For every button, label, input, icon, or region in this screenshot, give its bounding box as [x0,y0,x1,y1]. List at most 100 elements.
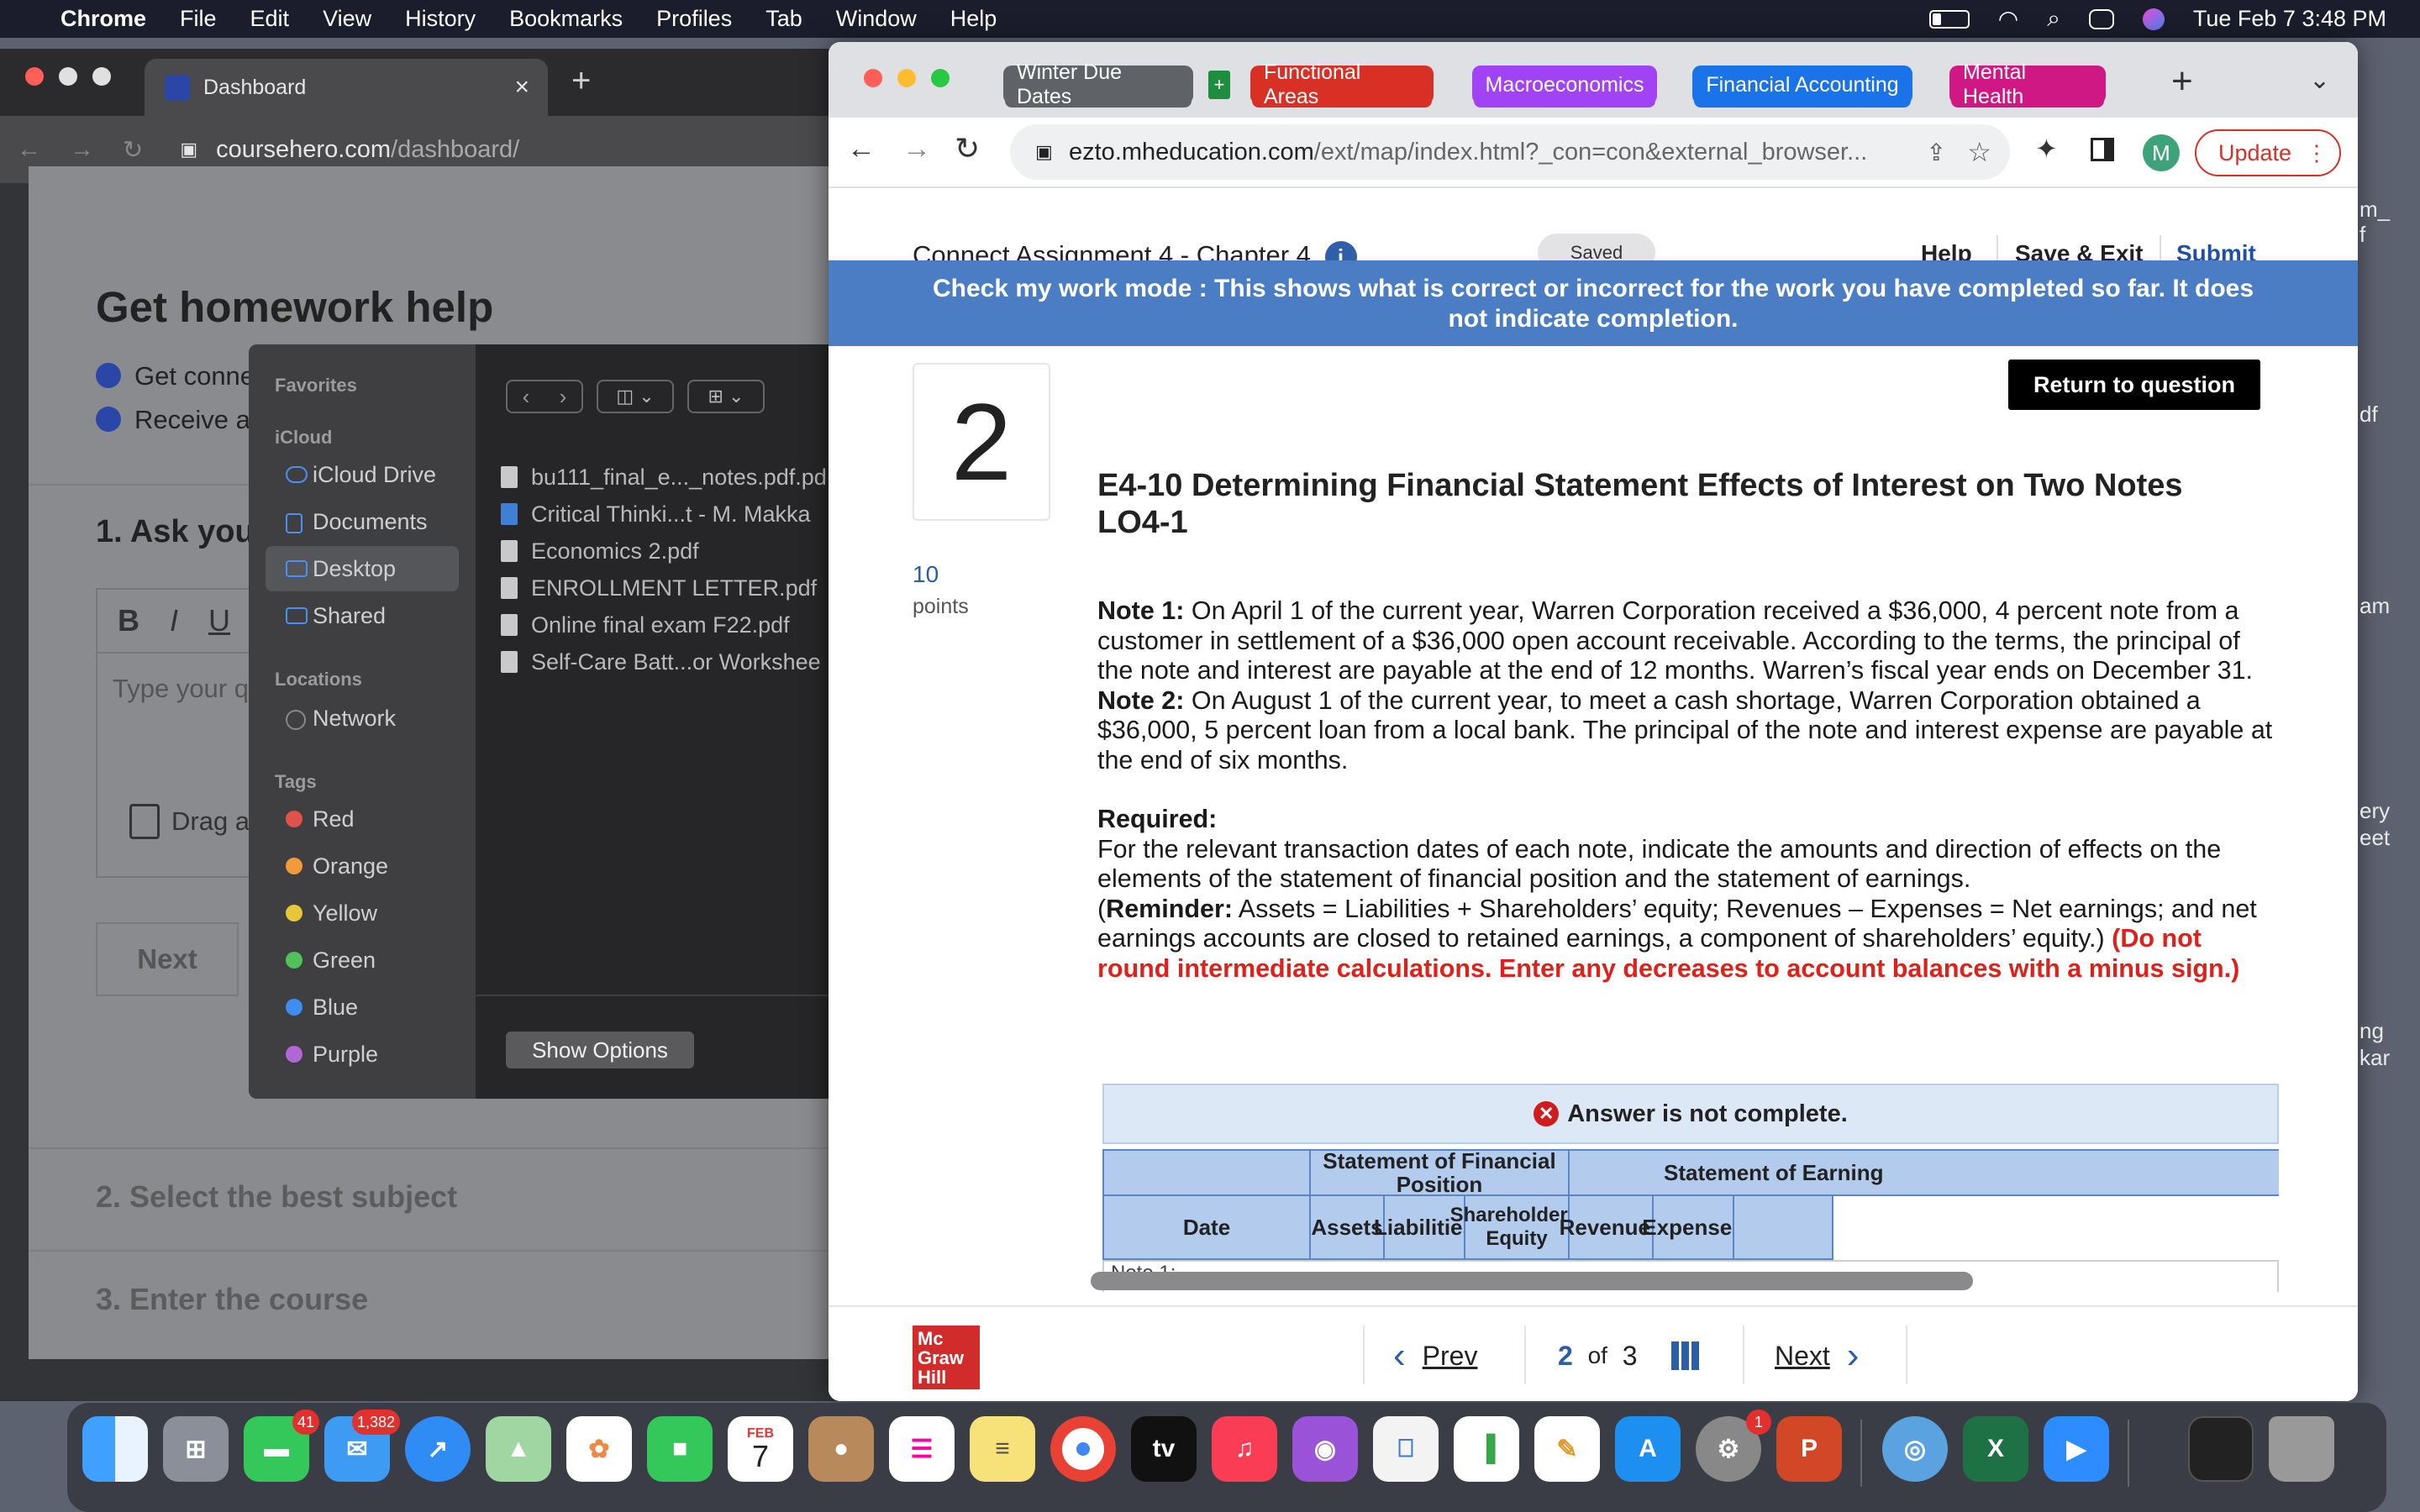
file-item[interactable]: bu111_final_e..._notes.pdf.pd [501,460,827,494]
control-center-icon[interactable] [2088,8,2114,29]
tab-dashboard[interactable]: Dashboard × [145,59,548,116]
sheets-tab-icon[interactable]: + [1208,71,1230,99]
siri-icon[interactable] [2142,8,2165,30]
menu-help[interactable]: Help [950,6,997,32]
next-button[interactable]: Next [96,922,239,996]
tag-orange[interactable]: Orange [266,843,459,889]
mail-icon[interactable]: ✉ 1,382 [324,1410,400,1482]
share-icon[interactable]: ⇪ [1927,139,1946,166]
menu-tab[interactable]: Tab [765,6,802,32]
safari-icon[interactable]: ↗ [405,1416,471,1482]
update-button[interactable]: Update ⋮ [2195,129,2341,176]
underline-button[interactable]: U [208,603,230,638]
menu-window[interactable]: Window [836,6,917,32]
minimize-window-icon[interactable] [897,69,916,87]
keynote-icon[interactable]: ⎕ [1373,1416,1439,1482]
menu-edit[interactable]: Edit [250,6,290,32]
menu-history[interactable]: History [405,6,476,32]
battery-icon[interactable] [1928,9,1970,29]
search-icon[interactable]: ⌕ [2047,5,2060,33]
numbers-icon[interactable]: ▐ [1454,1416,1519,1482]
close-window-icon[interactable] [864,69,882,87]
close-window-icon[interactable] [25,67,44,86]
tab-group-macroeconomics[interactable]: Macroeconomics [1472,66,1657,104]
table-horizontal-scrollbar[interactable] [1091,1272,1973,1290]
page-indicator[interactable]: 2 of 3 [1558,1332,1700,1379]
side-panel-icon[interactable] [2091,138,2114,161]
excel-icon[interactable]: X [1963,1416,2028,1482]
zoom-icon[interactable]: ▶ [2044,1416,2109,1482]
bookmark-star-icon[interactable]: ☆ [1967,136,1991,168]
grid-view-icon[interactable] [1670,1341,1700,1370]
wifi-icon[interactable]: ◠ [1998,5,2018,33]
photos-icon[interactable]: ✿ [566,1416,632,1482]
tab-close-icon[interactable]: × [514,73,529,102]
reload-icon[interactable]: ↻ [955,131,980,166]
menu-bookmarks[interactable]: Bookmarks [509,6,623,32]
tag-green[interactable]: Green [266,937,459,983]
prev-button[interactable]: ‹ Prev [1393,1332,1477,1379]
view-mode-button[interactable]: ◫ ⌄ [597,380,674,413]
profile-avatar[interactable]: M [2143,134,2180,171]
sidebar-item-desktop[interactable]: Desktop [266,546,459,591]
reminders-icon[interactable]: ☰ [889,1416,955,1482]
tag-purple[interactable]: Purple [266,1032,459,1077]
podcasts-icon[interactable]: ◉ [1292,1416,1358,1482]
minimize-window-icon[interactable] [59,67,77,86]
app-store-icon[interactable]: A [1615,1416,1681,1482]
new-tab-icon[interactable]: + [571,62,591,100]
file-item[interactable]: Critical Thinki...t - M. Makka [501,497,811,531]
messages-icon[interactable]: ▬ 41 [244,1410,319,1482]
menu-view[interactable]: View [323,6,371,32]
trash-icon[interactable] [2269,1416,2334,1482]
tag-blue[interactable]: Blue [266,984,459,1030]
tag-yellow[interactable]: Yellow [266,890,459,936]
clock[interactable]: Tue Feb 7 3:48 PM [2193,6,2386,32]
image-upload-icon[interactable] [129,804,160,839]
show-options-button[interactable]: Show Options [506,1032,694,1068]
maps-icon[interactable]: ▲ [486,1416,551,1482]
tab-group-financial-accounting[interactable]: Financial Accounting [1692,66,1912,104]
finder-icon[interactable] [82,1416,148,1482]
launchpad-icon[interactable]: ⊞ [163,1416,229,1482]
chevron-left-icon[interactable]: ‹ [523,384,530,410]
sidebar-item-shared[interactable]: Shared [266,593,459,638]
zoom-window-icon[interactable] [931,69,950,87]
back-icon[interactable]: ← [847,133,876,165]
forward-icon[interactable]: → [70,136,94,164]
chevron-right-icon[interactable]: › [560,384,567,410]
file-item[interactable]: Online final exam F22.pdf [501,608,790,642]
italic-button[interactable]: I [170,603,178,638]
chrome-icon[interactable] [1050,1416,1116,1482]
music-icon[interactable]: ♫ [1212,1416,1277,1482]
file-item[interactable]: ENROLLMENT LETTER.pdf [501,571,817,605]
tab-group-mental-health[interactable]: Mental Health [1949,60,2106,108]
bold-button[interactable]: B [118,603,139,638]
next-button[interactable]: Next › [1775,1332,1859,1379]
tab-group-winter-due-dates[interactable]: Winter Due Dates [1003,60,1193,108]
tab-group-functional-areas[interactable]: Functional Areas [1250,60,1434,108]
return-to-question-button[interactable]: Return to question [2008,360,2260,410]
back-icon[interactable]: ← [17,136,41,164]
tab-search-icon[interactable]: ⌄ [2309,66,2330,95]
more-menu-icon[interactable]: ⋮ [2306,140,2328,166]
forward-icon[interactable]: → [902,133,931,165]
url-field[interactable]: ▣ ezto.mheducation.com/ext/map/index.htm… [1010,124,2010,180]
sidebar-item-network[interactable]: Network [266,696,459,741]
reload-icon[interactable]: ↻ [123,135,143,165]
sidebar-item-icloud-drive[interactable]: iCloud Drive [266,452,459,497]
zoom-window-icon[interactable] [92,67,111,86]
extensions-icon[interactable]: ✦ [2035,133,2058,165]
pages-icon[interactable]: ✎ [1534,1416,1600,1482]
notes-icon[interactable]: ≡ [970,1416,1035,1482]
powerpoint-icon[interactable]: P [1776,1416,1842,1482]
network-utility-icon[interactable]: ◎ [1882,1416,1948,1482]
file-item[interactable]: Economics 2.pdf [501,534,699,568]
facetime-icon[interactable]: ■ [647,1416,713,1482]
left-url-field[interactable]: coursehero.com/dashboard/ [216,136,519,164]
new-tab-icon[interactable]: + [2171,60,2193,102]
menu-file[interactable]: File [180,6,217,32]
file-item[interactable]: Self-Care Batt...or Workshee [501,645,821,679]
back-forward-buttons[interactable]: ‹ › [506,380,583,413]
tag-red[interactable]: Red [266,796,459,842]
